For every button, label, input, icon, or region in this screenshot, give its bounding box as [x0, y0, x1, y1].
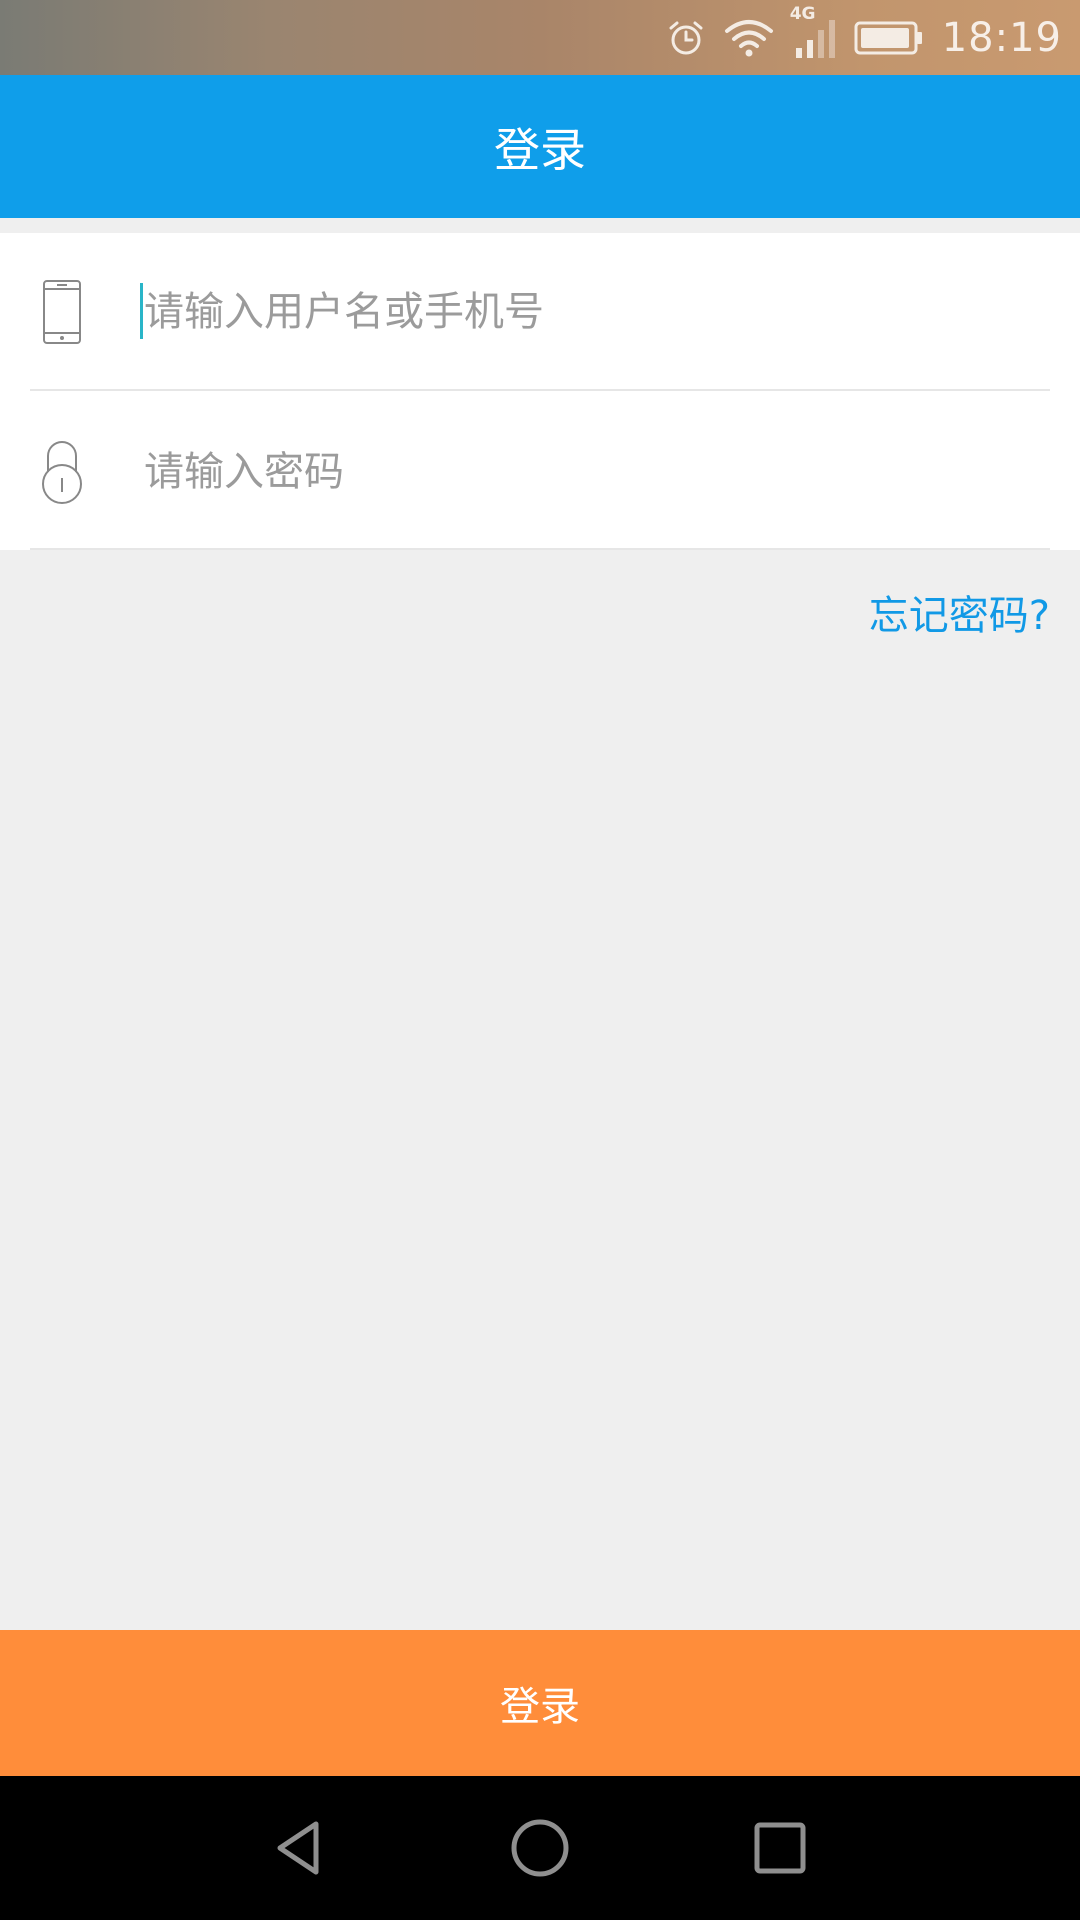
page-title: 登录	[494, 122, 586, 177]
login-screen: 4G 18:19 登录 请输入用户名或手机号 忘记密码? 登录	[0, 0, 1080, 1920]
forgot-password-link[interactable]: 忘记密码?	[869, 583, 1050, 641]
lock-icon	[38, 436, 86, 508]
text-caret	[140, 283, 143, 339]
back-icon[interactable]	[248, 1796, 352, 1900]
status-icons: 4G 18:19	[666, 0, 1062, 75]
username-input[interactable]	[140, 276, 1044, 347]
divider	[30, 548, 1050, 550]
phone-icon	[38, 276, 86, 348]
battery-icon	[854, 20, 924, 56]
signal-icon: 4G	[790, 4, 836, 60]
divider	[30, 389, 1050, 391]
home-icon[interactable]	[488, 1796, 592, 1900]
title-bar: 登录	[0, 75, 1080, 218]
password-row	[0, 393, 1080, 550]
alarm-icon	[666, 18, 706, 58]
password-input[interactable]	[140, 436, 1044, 507]
status-bar: 4G 18:19	[0, 0, 1080, 75]
wifi-icon	[724, 18, 774, 58]
status-time: 18:19	[941, 14, 1062, 61]
login-button[interactable]: 登录	[0, 1630, 1080, 1776]
username-row	[0, 233, 1080, 390]
login-form	[0, 233, 1080, 550]
network-type-label: 4G	[789, 3, 816, 24]
recent-apps-icon[interactable]	[728, 1796, 832, 1900]
navigation-bar	[0, 1776, 1080, 1920]
